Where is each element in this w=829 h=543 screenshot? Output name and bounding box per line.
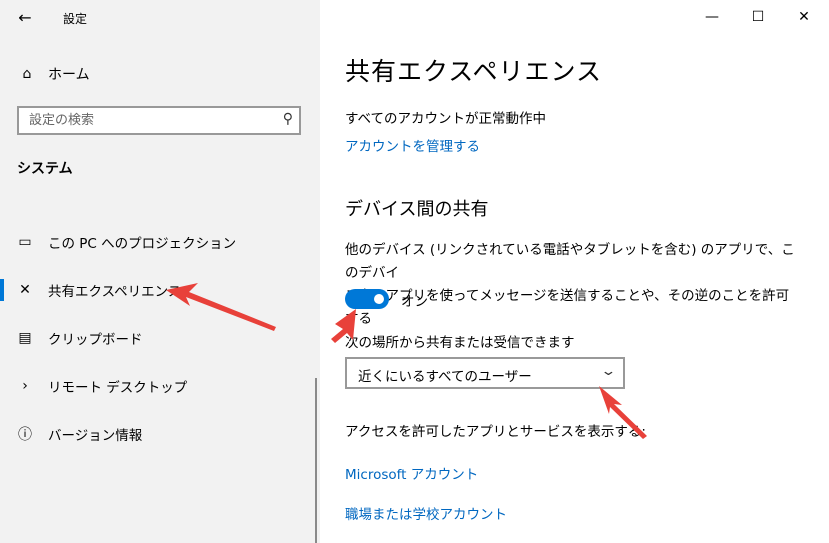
maximize-icon: ☐ xyxy=(751,9,765,25)
maximize-button[interactable]: ☐ xyxy=(735,4,781,30)
sidebar-item-projection[interactable]: ▭ この PC へのプロジェクション xyxy=(0,228,320,256)
toggle-knob xyxy=(374,294,384,304)
search-icon[interactable]: ⚲ xyxy=(283,111,293,127)
sidebar-item-about[interactable]: ⓘ バージョン情報 xyxy=(0,420,320,448)
section-title: システム xyxy=(17,161,73,177)
search-box[interactable]: ⚲ xyxy=(17,106,301,135)
cross-device-description: 他のデバイス (リンクされている電話やタブレットを含む) のアプリで、このデバイ… xyxy=(345,239,800,331)
sidebar-item-label: リモート デスクトップ xyxy=(48,380,188,396)
sidebar-item-label: クリップボード xyxy=(48,332,143,348)
share-from-dropdown[interactable]: 近くにいるすべてのユーザー ⌄ xyxy=(345,357,625,389)
close-icon: ✕ xyxy=(798,9,810,25)
search-input[interactable] xyxy=(19,108,279,133)
dropdown-value: 近くにいるすべてのユーザー xyxy=(358,369,532,385)
sidebar-item-shared-experiences[interactable]: ✕ 共有エクスペリエンス xyxy=(0,276,320,304)
cross-device-toggle[interactable] xyxy=(345,289,389,309)
sidebar-item-label: この PC へのプロジェクション xyxy=(48,236,237,252)
account-status: すべてのアカウントが正常動作中 xyxy=(345,111,547,127)
remote-desktop-icon: › xyxy=(22,378,28,394)
minimize-icon: — xyxy=(705,9,719,25)
projection-icon: ▭ xyxy=(18,234,32,250)
chevron-down-icon: ⌄ xyxy=(600,364,617,379)
sidebar-item-clipboard[interactable]: ▤ クリップボード xyxy=(0,324,320,352)
info-icon: ⓘ xyxy=(18,427,32,443)
manage-accounts-link[interactable]: アカウントを管理する xyxy=(345,135,480,155)
sidebar-item-home[interactable]: ⌂ ホーム xyxy=(18,62,90,86)
minimize-button[interactable]: — xyxy=(689,4,735,30)
sidebar: ← 設定 ⌂ ホーム ⚲ システム ▭ この PC へのプロジェクション ✕ 共… xyxy=(0,0,320,543)
sidebar-scrollbar[interactable] xyxy=(315,378,317,543)
sidebar-item-label: 共有エクスペリエンス xyxy=(48,284,182,300)
description-line: 他のデバイス (リンクされている電話やタブレットを含む) のアプリで、このデバイ xyxy=(345,242,795,281)
access-label: アクセスを許可したアプリとサービスを表示する: xyxy=(345,424,646,440)
window-title: 設定 xyxy=(63,12,88,26)
sidebar-item-label: バージョン情報 xyxy=(48,428,143,444)
home-icon: ⌂ xyxy=(22,66,32,82)
cross-device-heading: デバイス間の共有 xyxy=(345,199,489,220)
shared-experiences-icon: ✕ xyxy=(19,282,31,298)
work-school-account-link[interactable]: 職場または学校アカウント xyxy=(345,503,507,523)
sidebar-item-remote-desktop[interactable]: › リモート デスクトップ xyxy=(0,372,320,400)
sidebar-item-label: ホーム xyxy=(48,67,90,83)
clipboard-icon: ▤ xyxy=(18,330,32,346)
page-title: 共有エクスペリエンス xyxy=(345,57,603,86)
toggle-state-label: オン xyxy=(401,294,428,310)
active-indicator xyxy=(0,279,4,301)
microsoft-account-link[interactable]: Microsoft アカウント xyxy=(345,463,478,483)
share-from-label: 次の場所から共有または受信できます xyxy=(345,335,575,351)
back-arrow-icon[interactable]: ← xyxy=(14,7,36,29)
close-button[interactable]: ✕ xyxy=(781,4,827,30)
